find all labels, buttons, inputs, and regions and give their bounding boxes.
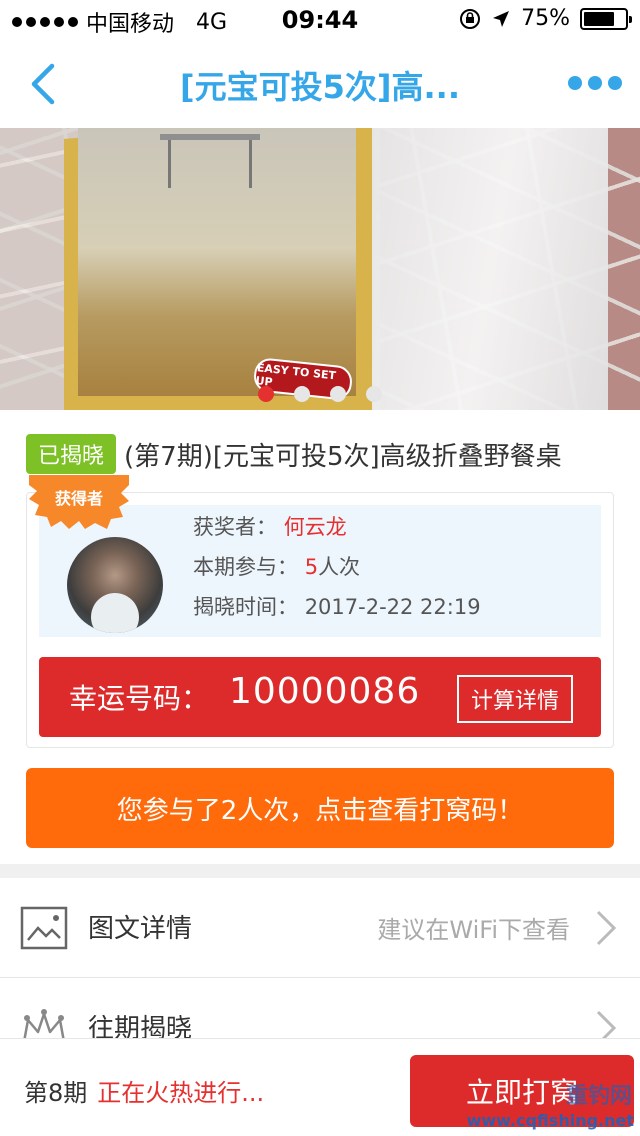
- next-issue[interactable]: 第8期 正在火热进行...: [24, 1073, 264, 1108]
- reveal-label: 揭晓时间：: [193, 595, 298, 619]
- product-image-carousel[interactable]: EASY TO SET UP: [0, 128, 640, 410]
- more-icon[interactable]: [568, 76, 622, 90]
- issue-number: 第8期: [24, 1079, 88, 1107]
- status-badge: 已揭晓: [26, 434, 117, 474]
- nav-bar: [元宝可投5次]高...: [0, 40, 640, 128]
- participation-line: 本期参与： 5人次: [193, 551, 360, 581]
- page-title: [元宝可投5次]高...: [180, 68, 460, 106]
- watermark-brand: 重钓网: [565, 1084, 632, 1109]
- watermark-url: www.cqfishing.net: [466, 1111, 634, 1130]
- rotation-lock-icon: [460, 8, 481, 29]
- location-icon: [493, 10, 510, 27]
- product-title: (第7期)[元宝可投5次]高级折叠野餐桌: [124, 441, 562, 472]
- list-item-hint: 建议在WiFi下查看: [377, 916, 570, 944]
- lucky-label: 幸运号码：: [69, 682, 210, 715]
- participation-unit: 人次: [318, 555, 361, 579]
- pager-dot[interactable]: [258, 386, 274, 402]
- list-item-details[interactable]: 图文详情 建议在WiFi下查看: [0, 878, 640, 978]
- chevron-right-icon: [596, 910, 617, 946]
- status-bar: 中国移动 4G 09:44 75%: [0, 0, 640, 40]
- detail-list: 图文详情 建议在WiFi下查看 往期揭晓: [0, 878, 640, 1078]
- lucky-number-bar: 幸运号码： 10000086 计算详情: [39, 657, 601, 737]
- winner-name[interactable]: 何云龙: [284, 515, 347, 539]
- winner-card: 获奖者： 何云龙 本期参与： 5人次 揭晓时间： 2017-2-22 22:19…: [26, 475, 614, 748]
- view-my-codes-button[interactable]: 您参与了2人次，点击查看打窝码！: [26, 768, 614, 848]
- bottom-bar: 第8期 正在火热进行... 立即打窝 重钓网 www.cqfishing.net: [0, 1038, 640, 1136]
- winner-label: 获奖者：: [193, 515, 277, 539]
- battery-percent: 75%: [521, 6, 570, 31]
- participation-label: 本期参与：: [193, 555, 298, 579]
- participation-count: 5: [304, 555, 319, 579]
- pager-dot[interactable]: [294, 386, 310, 402]
- screen: 中国移动 4G 09:44 75% [元宝可投5次]高... EASY TO S…: [0, 0, 640, 1136]
- carousel-pager: [0, 386, 640, 402]
- winner-line: 获奖者： 何云龙: [193, 511, 347, 541]
- product-section: 已揭晓 (第7期)[元宝可投5次]高级折叠野餐桌 获奖者： 何云龙 本期参与： …: [0, 410, 640, 864]
- calculation-details-button[interactable]: 计算详情: [456, 675, 573, 723]
- table-picture: [160, 134, 260, 188]
- winner-badge-label: 获得者: [55, 489, 104, 508]
- list-item-label: 图文详情: [88, 914, 193, 944]
- status-right: 75%: [459, 6, 632, 31]
- issue-status: 正在火热进行...: [97, 1079, 265, 1107]
- battery-fill: [584, 11, 614, 26]
- lucky-number: 10000086: [229, 671, 421, 712]
- avatar[interactable]: [67, 537, 163, 633]
- pager-dot[interactable]: [366, 386, 382, 402]
- reveal-line: 揭晓时间： 2017-2-22 22:19: [193, 591, 481, 621]
- product-box-print: [78, 128, 356, 396]
- battery-icon: [580, 7, 632, 30]
- back-icon[interactable]: [24, 60, 64, 108]
- product-sheet: [372, 128, 608, 410]
- image-icon: [20, 906, 68, 950]
- title-row: 已揭晓 (第7期)[元宝可投5次]高级折叠野餐桌: [26, 434, 562, 474]
- pager-dot[interactable]: [330, 386, 346, 402]
- reveal-time: 2017-2-22 22:19: [304, 595, 481, 619]
